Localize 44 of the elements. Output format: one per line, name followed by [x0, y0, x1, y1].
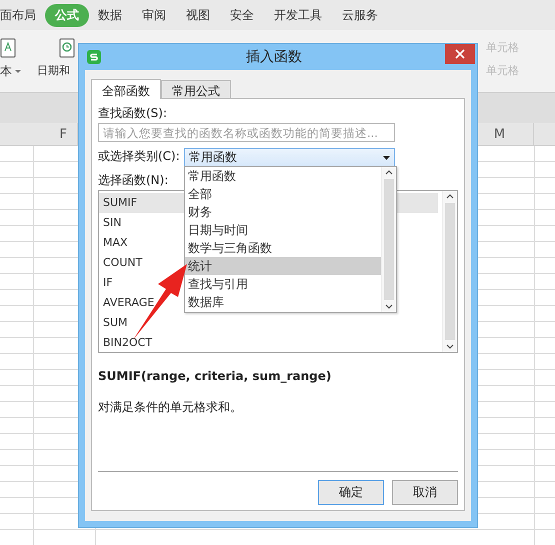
- category-option[interactable]: 常用函数: [185, 167, 381, 185]
- close-icon: [455, 49, 465, 59]
- category-option[interactable]: 全部: [185, 185, 381, 203]
- function-item[interactable]: BIN2OCT: [99, 333, 438, 353]
- search-label: 查找函数(S):: [98, 105, 168, 121]
- app-logo-icon: [87, 50, 101, 64]
- search-field[interactable]: 请输入您要查找的函数名称或函数功能的简要描述...: [98, 123, 395, 142]
- category-option[interactable]: 数据库: [185, 293, 381, 311]
- dialog-button[interactable]: 取消: [392, 480, 458, 505]
- column-header[interactable]: M: [480, 123, 534, 145]
- category-option[interactable]: 财务: [185, 203, 381, 221]
- ribbon-tool-button[interactable]: 日期和: [37, 30, 75, 92]
- dialog-tab[interactable]: 全部函数: [91, 79, 161, 99]
- function-item[interactable]: SUM: [99, 313, 438, 333]
- text-document-icon: [0, 38, 16, 58]
- scrollbar[interactable]: [442, 191, 457, 352]
- ribbon-tab[interactable]: 审阅: [131, 4, 177, 26]
- ribbon-tab[interactable]: 安全: [219, 4, 265, 26]
- category-label: 或选择类别(C):: [98, 148, 181, 164]
- caret-icon: [383, 156, 390, 160]
- function-label: 选择函数(N):: [98, 172, 168, 188]
- ribbon-tab[interactable]: 视图: [175, 4, 221, 26]
- category-option[interactable]: 查找与引用: [185, 275, 381, 293]
- ribbon-tab[interactable]: 开发工具: [263, 4, 333, 26]
- category-option[interactable]: 数学与三角函数: [185, 239, 381, 257]
- scroll-up-icon: [385, 170, 393, 175]
- scroll-down-icon: [446, 344, 454, 349]
- category-option[interactable]: 统计: [185, 257, 381, 275]
- clock-document-icon: [59, 38, 75, 58]
- ribbon-tab[interactable]: 云服务: [331, 4, 389, 26]
- category-option[interactable]: 日期与时间: [185, 221, 381, 239]
- ribbon-tab[interactable]: 面布局: [0, 4, 47, 26]
- dialog-tab[interactable]: 常用公式: [161, 80, 231, 98]
- scrollbar[interactable]: [381, 167, 396, 312]
- category-dropdown[interactable]: 常用函数: [184, 148, 395, 167]
- ribbon-tab[interactable]: 数据: [87, 4, 133, 26]
- function-description: 对满足条件的单元格求和。: [98, 399, 243, 416]
- scroll-up-icon: [446, 194, 454, 199]
- dialog-title: 插入函数: [245, 48, 303, 66]
- dialog-button[interactable]: 确定: [318, 480, 384, 505]
- close-button[interactable]: [445, 44, 475, 64]
- scroll-down-icon: [385, 304, 393, 309]
- ribbon-tool-button[interactable]: 本: [0, 30, 21, 92]
- function-signature: SUMIF(range, criteria, sum_range): [98, 369, 332, 383]
